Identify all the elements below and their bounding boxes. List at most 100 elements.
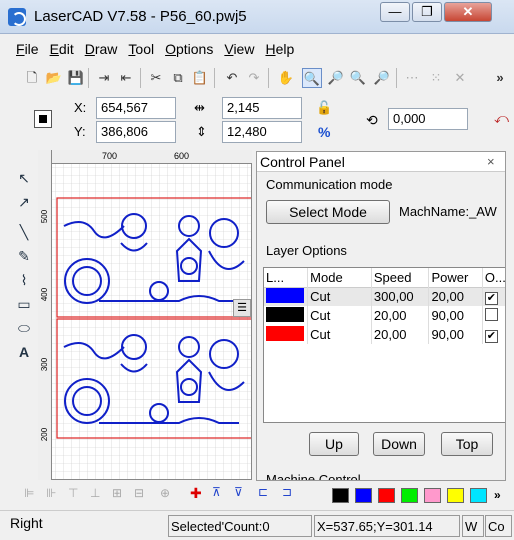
height-field[interactable]: 12,480 — [222, 121, 302, 143]
palette-yellow[interactable] — [447, 488, 464, 503]
rotate-left-icon[interactable]: ⊏ — [258, 485, 268, 499]
machine-name: MachName:_AW — [399, 204, 497, 219]
node-edit-icon[interactable]: ↗ — [14, 192, 34, 212]
align-left-icon[interactable]: ⊫ — [24, 486, 34, 500]
curve-tool-icon[interactable]: ⌇ — [14, 270, 34, 290]
text-tool-icon[interactable]: A — [14, 342, 34, 362]
ruler-tick-label: 500 — [40, 209, 50, 224]
x-label: X: — [74, 100, 87, 115]
palette-blue[interactable] — [355, 488, 372, 503]
toolbar-separator — [214, 68, 215, 88]
open-folder-icon[interactable]: 📂 — [44, 68, 64, 88]
select-arrow-icon[interactable]: ↖ — [14, 168, 34, 188]
mirror-icon[interactable]: ⤺ — [494, 110, 509, 127]
align-bottom-icon[interactable]: ⊥ — [90, 486, 100, 500]
status-mode: Right — [10, 515, 43, 531]
rotate-field[interactable]: 0,000 — [388, 108, 468, 130]
column-header-speed[interactable]: Speed — [371, 268, 430, 287]
palette-green[interactable] — [401, 488, 418, 503]
pan-hand-icon[interactable]: ✋ — [276, 68, 296, 88]
layer-output-checkbox[interactable]: ✔ — [484, 291, 498, 305]
paste-icon[interactable]: 📋 — [190, 68, 210, 88]
mirror-vertical-icon[interactable]: ⊽ — [234, 485, 243, 499]
menu-view[interactable]: View — [218, 38, 259, 62]
palette-overflow-icon[interactable]: » — [494, 488, 501, 502]
column-header-mode[interactable]: Mode — [307, 268, 372, 287]
column-header-layer[interactable]: L... — [264, 268, 309, 287]
layer-row[interactable]: Cut 300,00 20,00 ✔ — [264, 287, 505, 306]
layer-output-checkbox[interactable]: ✔ — [484, 329, 498, 343]
zoom-window-icon[interactable]: 🔎 — [372, 68, 392, 88]
menu-draw[interactable]: Draw — [79, 38, 123, 62]
x-field[interactable]: 654,567 — [96, 97, 176, 119]
rotate-right-icon[interactable]: ⊐ — [282, 485, 292, 499]
delete-icon[interactable]: ✕ — [450, 68, 470, 88]
canvas-split-handle[interactable]: ☰ — [233, 299, 251, 317]
layer-mode: Cut — [307, 287, 372, 306]
rectangle-tool-icon[interactable]: ▭ — [14, 294, 34, 314]
mirror-horizontal-icon[interactable]: ⊼ — [212, 485, 221, 499]
new-file-icon[interactable]: 🗋 — [22, 68, 42, 88]
control-panel-close-icon[interactable]: × — [487, 154, 495, 169]
select-mode-button[interactable]: Select Mode — [266, 200, 390, 224]
communication-mode-title: Communication mode — [266, 177, 393, 192]
title-bar: LaserCAD V7.58 - P56_60.pwj5 — ❐ ✕ — [0, 0, 514, 34]
palette-red[interactable] — [378, 488, 395, 503]
status-bar: Right Selected'Count:0 X=537.65;Y=301.14… — [0, 510, 514, 540]
percent-toggle[interactable]: % — [318, 124, 330, 140]
menu-help[interactable]: Help — [259, 38, 299, 62]
align-right-icon[interactable]: ⊪ — [46, 486, 56, 500]
menu-edit[interactable]: Edit — [44, 38, 79, 62]
restore-button[interactable]: ❐ — [412, 2, 442, 22]
ruler-top: 700 600 — [38, 150, 252, 164]
menu-tool[interactable]: Tool — [122, 38, 159, 62]
ellipse-tool-icon[interactable]: ⬭ — [14, 318, 34, 338]
toolbar-overflow-icon[interactable]: » — [490, 68, 510, 88]
palette-pink[interactable] — [424, 488, 441, 503]
undo-icon[interactable]: ↶ — [222, 68, 242, 88]
layer-up-button[interactable]: Up — [309, 432, 359, 456]
layer-down-button[interactable]: Down — [373, 432, 425, 456]
ungroup-icon[interactable]: ⁙ — [426, 68, 446, 88]
copy-icon[interactable]: ⧉ — [168, 68, 188, 88]
menu-file[interactable]: File — [10, 38, 44, 62]
column-header-power[interactable]: Power — [428, 268, 483, 287]
layer-output-checkbox[interactable] — [484, 307, 498, 321]
layer-color-swatch — [266, 287, 304, 303]
layer-row[interactable]: Cut 20,00 90,00 — [264, 306, 505, 325]
menu-options[interactable]: Options — [159, 38, 218, 62]
redo-icon[interactable]: ↷ — [244, 68, 264, 88]
layer-speed: 20,00 — [371, 325, 430, 344]
column-header-output[interactable]: O... — [482, 268, 505, 287]
status-co: Co — [485, 515, 512, 537]
pen-tool-icon[interactable]: ✎ — [14, 246, 34, 266]
layer-top-button[interactable]: Top — [441, 432, 493, 456]
set-origin-icon[interactable]: ✚ — [190, 485, 202, 502]
drawing-canvas[interactable]: ☰ — [38, 150, 252, 480]
import-icon[interactable]: ⇥ — [94, 68, 114, 88]
lock-icon[interactable]: 🔓 — [316, 100, 332, 116]
align-top-icon[interactable]: ⊤ — [68, 486, 78, 500]
toolbar-separator — [140, 68, 141, 88]
palette-black[interactable] — [332, 488, 349, 503]
center-icon[interactable]: ⊕ — [160, 486, 170, 500]
save-icon[interactable]: 💾 — [66, 68, 86, 88]
minimize-button[interactable]: — — [380, 2, 410, 22]
align-center-icon[interactable]: ⊞ — [112, 486, 122, 500]
line-tool-icon[interactable]: ╲ — [14, 222, 34, 242]
cut-icon[interactable]: ✂ — [146, 68, 166, 88]
y-field[interactable]: 386,806 — [96, 121, 176, 143]
zoom-icon[interactable]: 🔎 — [326, 68, 346, 88]
distribute-icon[interactable]: ⊟ — [134, 486, 144, 500]
zoom-fit-icon[interactable]: 🔍 — [348, 68, 368, 88]
layer-power: 20,00 — [428, 287, 483, 306]
export-icon[interactable]: ⇤ — [116, 68, 136, 88]
close-button[interactable]: ✕ — [444, 2, 492, 22]
width-arrows-icon: ⇹ — [194, 100, 205, 115]
layer-row[interactable]: Cut 20,00 90,00 ✔ — [264, 325, 505, 344]
width-field[interactable]: 2,145 — [222, 97, 302, 119]
palette-cyan[interactable] — [470, 488, 487, 503]
zoom-in-icon[interactable]: 🔍 — [302, 68, 322, 88]
group-icon[interactable]: ⋯ — [402, 68, 422, 88]
reference-point-grid-icon[interactable] — [34, 110, 52, 128]
